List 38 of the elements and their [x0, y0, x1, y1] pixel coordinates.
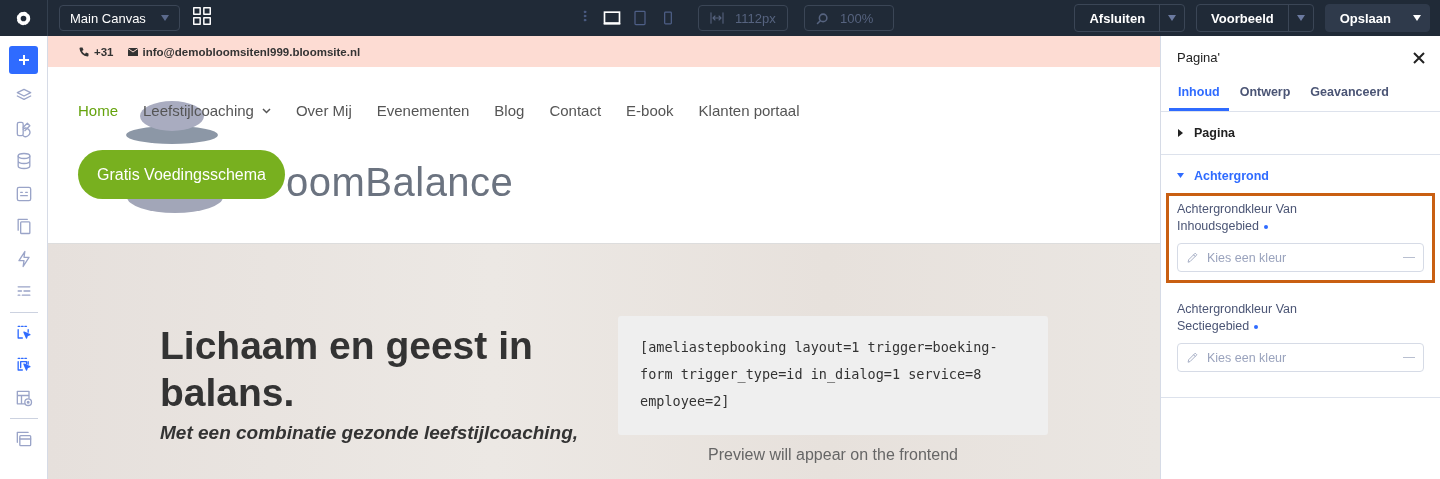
nav-link[interactable]: Contact — [549, 100, 602, 121]
preview-note: Preview will appear on the frontend — [707, 446, 959, 464]
field-label: Achtergrondkleur Van Inhoudsgebied — [1177, 201, 1298, 235]
add-button[interactable] — [9, 46, 38, 74]
shortcode-block: [ameliastepbooking layout=1 trigger=boeking-form trigger_type=id in_dialog=1 service=8 employee=2] — [618, 316, 1048, 435]
triangle-icon — [1177, 129, 1184, 137]
eyedropper-icon — [1186, 351, 1199, 364]
phone-icon — [78, 45, 90, 58]
caret-icon[interactable] — [1413, 15, 1421, 21]
panel-tab[interactable]: Geavanceerd — [1301, 75, 1398, 111]
mail-icon — [126, 45, 139, 58]
panel-tab[interactable]: Ontwerp — [1230, 75, 1300, 111]
email-link[interactable]: info@demobloomsitenl999.bloomsite.nl — [142, 45, 361, 58]
grid-icon — [191, 5, 213, 27]
width-icon — [709, 10, 725, 26]
field-label: Achtergrondkleur Van Sectiegebied — [1177, 301, 1298, 335]
nav-link[interactable]: Blog — [494, 100, 525, 121]
triangle-icon — [1177, 172, 1184, 180]
search-icon — [815, 10, 830, 26]
panel-tab[interactable]: Inhoud — [1169, 75, 1229, 111]
caret-icon — [161, 15, 169, 21]
canvas-select[interactable]: Main Canvas — [59, 5, 180, 31]
logo-text: oomBalance — [286, 160, 514, 205]
settings-icon — [15, 9, 32, 27]
plus-icon — [17, 54, 30, 66]
hero-subheading: Met een combinatie gezonde leefstijlcoaching, — [160, 421, 580, 445]
section-header[interactable]: Pagina — [1177, 126, 1235, 140]
hero-heading: Lichaam en geest in balans. — [160, 323, 534, 416]
nav-link[interactable]: E-book — [626, 100, 674, 121]
nav-link[interactable]: Evenementen — [376, 100, 470, 121]
eyedropper-icon — [1186, 251, 1199, 264]
nav-link[interactable]: Over Mij — [295, 100, 352, 121]
chevron-down-icon — [261, 107, 271, 114]
panel-title: Pagina' — [1177, 50, 1220, 65]
nav-link[interactable]: Klanten portaal — [698, 100, 800, 121]
phone-text: +31 — [94, 45, 114, 58]
section-header[interactable]: Achtergrond — [1177, 169, 1269, 183]
close-icon[interactable] — [1412, 50, 1426, 65]
